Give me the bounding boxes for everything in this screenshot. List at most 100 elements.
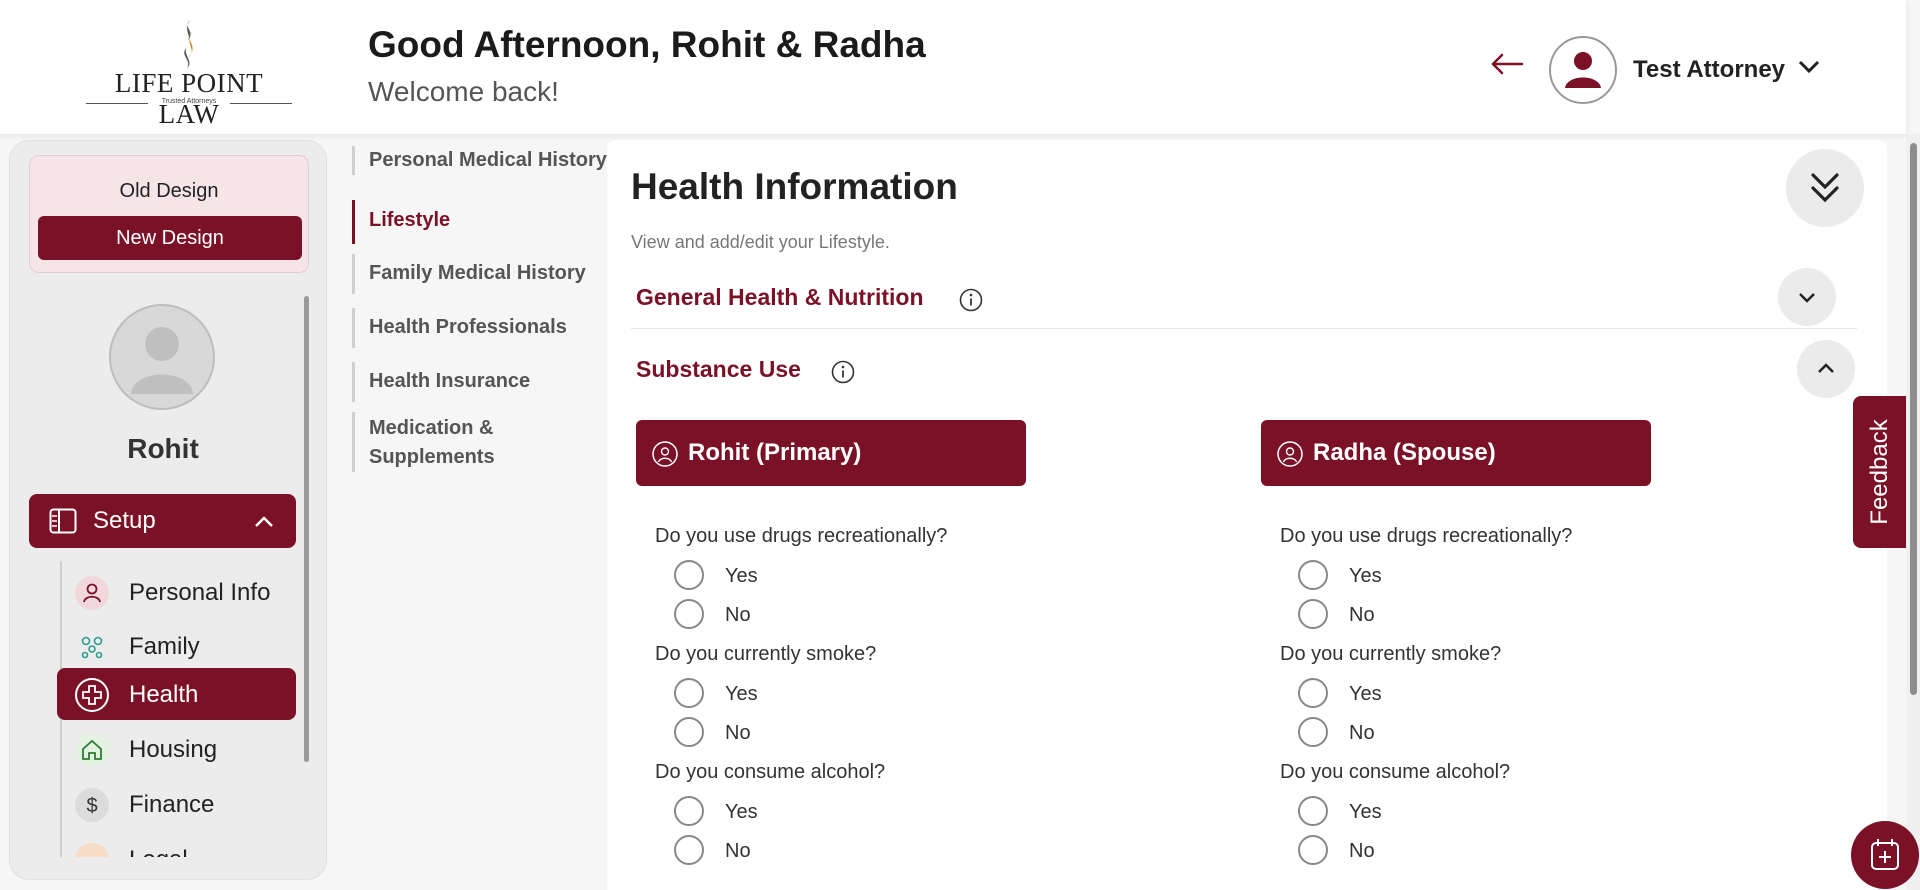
sidebar-item-label: Family (129, 633, 200, 660)
profile-name: Rohit (127, 433, 199, 464)
legal-icon (75, 843, 109, 857)
top-header: LIFE POINT LAW Trusted Attorneys Good Af… (0, 0, 1906, 134)
radio-label: No (1349, 722, 1375, 744)
person-icon (652, 441, 678, 467)
subnav-medication-supplements[interactable]: Medication & Supplements (352, 412, 582, 472)
question-alcohol: Do you consume alcohol? (655, 761, 886, 783)
page-scrollbar-thumb[interactable] (1910, 143, 1917, 695)
radio-rohit-alcohol-yes[interactable] (674, 796, 704, 826)
family-icon (75, 630, 109, 664)
sidebar-item-label: Finance (129, 791, 215, 818)
radio-radha-smoke-no[interactable] (1298, 717, 1328, 747)
section-substance-use-title[interactable]: Substance Use (636, 356, 801, 383)
radio-radha-alcohol-no[interactable] (1298, 835, 1328, 865)
chevron-up-icon (1818, 363, 1834, 373)
radio-label: Yes (725, 801, 758, 823)
radio-rohit-drugs-yes[interactable] (674, 560, 704, 590)
setup-menu-toggle[interactable]: Setup (29, 494, 296, 548)
collapse-substance-use-button[interactable] (1797, 340, 1855, 398)
radio-label: No (1349, 604, 1375, 626)
radio-label: Yes (1349, 801, 1382, 823)
main-content: Health Information View and add/edit you… (607, 140, 1887, 890)
feedback-button[interactable]: Feedback (1853, 396, 1907, 548)
question-smoke: Do you currently smoke? (1280, 643, 1502, 665)
dollar-icon: $ (75, 788, 109, 822)
section-general-health-title[interactable]: General Health & Nutrition (636, 284, 924, 311)
subnav-lifestyle[interactable]: Lifestyle (352, 200, 607, 244)
user-name[interactable]: Test Attorney (1633, 56, 1785, 84)
radio-radha-drugs-no[interactable] (1298, 599, 1328, 629)
section-divider (631, 328, 1857, 329)
radio-label: Yes (725, 683, 758, 705)
profile-avatar[interactable] (109, 304, 215, 410)
user-avatar-icon (1554, 41, 1612, 99)
person-placeholder-icon (131, 327, 193, 394)
left-sidebar: Old Design New Design Rohit Setup Person… (9, 140, 327, 880)
radio-rohit-smoke-yes[interactable] (674, 678, 704, 708)
expand-general-health-button[interactable] (1778, 268, 1836, 326)
radio-radha-drugs-yes[interactable] (1298, 560, 1328, 590)
question-drugs: Do you use drugs recreationally? (655, 525, 948, 547)
chevron-down-icon (1799, 293, 1815, 303)
sidebar-item-label: Personal Info (129, 579, 271, 606)
person-label: Radha (Spouse) (1313, 439, 1496, 466)
tab-rohit-primary[interactable]: Rohit (Primary) (636, 420, 1026, 486)
radio-label: No (1349, 840, 1375, 862)
new-design-button[interactable]: New Design (38, 216, 302, 260)
radio-radha-alcohol-yes[interactable] (1298, 796, 1328, 826)
double-chevron-down-icon (1811, 173, 1839, 203)
sidebar-item-housing[interactable]: Housing (57, 723, 296, 775)
radio-rohit-smoke-no[interactable] (674, 717, 704, 747)
question-alcohol: Do you consume alcohol? (1280, 761, 1511, 783)
tab-radha-spouse[interactable]: Radha (Spouse) (1261, 420, 1651, 486)
person-label: Rohit (Primary) (688, 439, 862, 466)
subnav-personal-medical-history[interactable]: Personal Medical History (352, 146, 607, 175)
flame-logo-icon (184, 20, 193, 68)
sidebar-item-legal[interactable]: Legal (57, 833, 296, 857)
radio-label: Yes (725, 565, 758, 587)
page-subtitle: View and add/edit your Lifestyle. (631, 232, 890, 252)
radio-label: Yes (1349, 683, 1382, 705)
radio-rohit-drugs-no[interactable] (674, 599, 704, 629)
welcome-subtitle: Welcome back! (368, 76, 559, 107)
logo-tagline: Trusted Attorneys (84, 98, 294, 105)
person-icon (1277, 441, 1303, 467)
sidebar-item-label: Legal (129, 846, 188, 857)
greeting-title: Good Afternoon, Rohit & Radha (368, 24, 926, 65)
feedback-label: Feedback (1866, 419, 1893, 525)
question-smoke: Do you currently smoke? (655, 643, 877, 665)
sidebar-item-family[interactable]: Family (57, 620, 296, 672)
chevron-up-icon (255, 516, 273, 527)
old-design-option[interactable]: Old Design (30, 180, 308, 203)
setup-icon (49, 508, 77, 534)
radio-radha-smoke-yes[interactable] (1298, 678, 1328, 708)
sidebar-item-label: Health (129, 681, 199, 708)
subnav-family-medical-history[interactable]: Family Medical History (352, 254, 607, 294)
person-icon (75, 576, 109, 610)
radio-label: No (725, 840, 751, 862)
sidebar-item-label: Housing (129, 736, 218, 763)
chevron-down-icon[interactable] (1797, 58, 1821, 76)
sidebar-item-personal-info[interactable]: Personal Info (57, 566, 296, 618)
radio-label: Yes (1349, 565, 1382, 587)
svg-text:$: $ (86, 795, 97, 817)
logo[interactable]: LIFE POINT LAW Trusted Attorneys (84, 18, 294, 129)
user-avatar[interactable] (1549, 36, 1617, 104)
collapse-all-button[interactable] (1786, 149, 1864, 227)
info-icon[interactable] (831, 360, 855, 384)
info-icon[interactable] (959, 288, 983, 312)
sidebar-item-health[interactable]: Health (57, 668, 296, 720)
radio-label: No (725, 722, 751, 744)
house-icon (75, 733, 109, 767)
sidebar-scrollbar[interactable] (304, 296, 309, 762)
radio-label: No (725, 604, 751, 626)
subnav-health-insurance[interactable]: Health Insurance (352, 362, 607, 402)
back-arrow-icon[interactable] (1490, 52, 1524, 76)
radio-rohit-alcohol-no[interactable] (674, 835, 704, 865)
question-drugs: Do you use drugs recreationally? (1280, 525, 1573, 547)
sidebar-item-finance[interactable]: $ Finance (57, 778, 296, 830)
setup-label: Setup (93, 507, 156, 534)
design-switcher: Old Design New Design (29, 155, 309, 273)
calendar-add-button[interactable] (1851, 821, 1919, 889)
subnav-health-professionals[interactable]: Health Professionals (352, 308, 607, 348)
